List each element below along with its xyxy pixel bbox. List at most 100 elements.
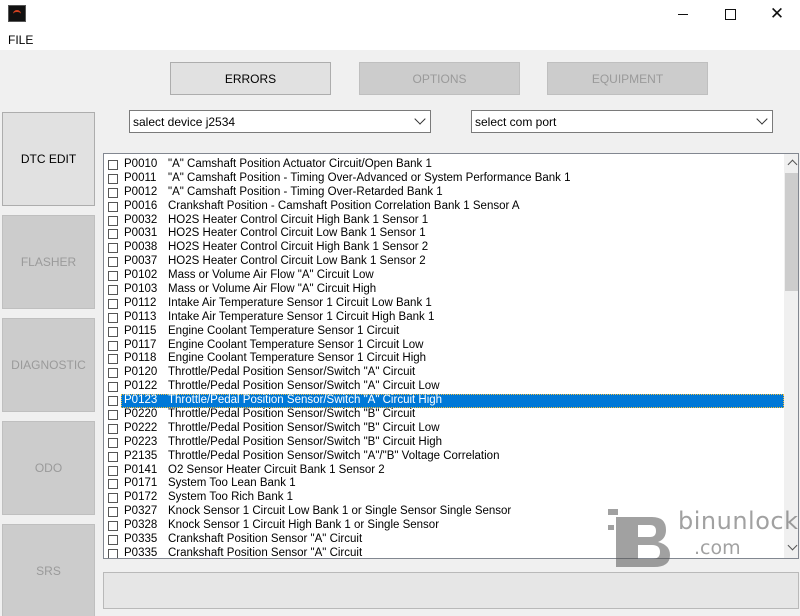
chevron-down-icon [756, 113, 768, 125]
dtc-checkbox[interactable] [108, 437, 118, 448]
com-port-select[interactable]: select com port [471, 110, 773, 133]
dtc-description: Engine Coolant Temperature Sensor 1 Circ… [168, 324, 400, 337]
list-item[interactable]: P0222 Throttle/Pedal Position Sensor/Swit… [104, 422, 784, 436]
list-item[interactable]: P0012 "A" Camshaft Position - Timing Over… [104, 186, 784, 200]
dtc-description: Throttle/Pedal Position Sensor/Switch "B… [168, 435, 443, 448]
dtc-description: Crankshaft Position - Camshaft Position … [168, 199, 520, 212]
dtc-checkbox[interactable] [108, 548, 118, 558]
dtc-code: P0117 [124, 338, 157, 351]
dtc-checkbox[interactable] [108, 451, 118, 462]
equipment-button[interactable]: EQUIPMENT [547, 62, 708, 95]
list-item[interactable]: P0112 Intake Air Temperature Sensor 1 Cir… [104, 297, 784, 311]
dtc-checkbox[interactable] [108, 160, 118, 170]
srs-button[interactable]: SRS [2, 524, 95, 616]
odo-button[interactable]: ODO [2, 421, 95, 515]
dtc-checkbox[interactable] [108, 465, 118, 476]
maximize-button[interactable] [707, 0, 753, 28]
dtc-code: P0038 [124, 241, 158, 254]
list-item[interactable]: P0123 Throttle/Pedal Position Sensor/Swit… [104, 394, 784, 409]
dtc-checkbox[interactable] [108, 340, 118, 351]
flasher-button[interactable]: FLASHER [2, 215, 95, 309]
dtc-checkbox[interactable] [108, 312, 118, 323]
dtc-code: P0122 [124, 380, 158, 393]
dtc-checkbox[interactable] [108, 257, 118, 268]
dtc-description: Throttle/Pedal Position Sensor/Switch "A… [168, 449, 500, 462]
dtc-checkbox[interactable] [108, 215, 118, 226]
list-item[interactable]: P0102 Mass or Volume Air Flow "A" Circuit… [104, 269, 784, 283]
dtc-checkbox[interactable] [108, 354, 118, 365]
minimize-button[interactable] [660, 0, 706, 28]
com-port-select-value: select com port [475, 115, 557, 129]
dtc-code: P0220 [124, 408, 158, 421]
dtc-checkbox[interactable] [108, 271, 118, 282]
dtc-description: HO2S Heater Control Circuit Low Bank 1 S… [168, 255, 426, 268]
list-item[interactable]: P0032 HO2S Heater Control Circuit High Ba… [104, 214, 784, 228]
dtc-code: P0222 [124, 421, 158, 434]
errors-button[interactable]: ERRORS [170, 62, 331, 95]
list-item[interactable]: P0118 Engine Coolant Temperature Sensor 1… [104, 352, 784, 366]
dtc-code: P0328 [124, 519, 158, 532]
dtc-checkbox[interactable] [108, 507, 118, 518]
dtc-code: P0037 [124, 255, 158, 268]
list-item[interactable]: P0038 HO2S Heater Control Circuit High Ba… [104, 241, 784, 255]
dtc-code: P2135 [124, 449, 158, 462]
dtc-checkbox[interactable] [108, 396, 118, 407]
dtc-edit-button[interactable]: DTC EDIT [2, 112, 95, 206]
list-item[interactable]: P0220 Throttle/Pedal Position Sensor/Swit… [104, 408, 784, 422]
dtc-code: P0102 [124, 269, 158, 282]
dtc-code: P0123 [124, 394, 158, 407]
dtc-checkbox[interactable] [108, 326, 118, 337]
list-item[interactable]: P0103 Mass or Volume Air Flow "A" Circuit… [104, 283, 784, 297]
menu-file[interactable]: FILE [8, 33, 33, 47]
dtc-checkbox[interactable] [108, 285, 118, 296]
list-item[interactable]: P0120 Throttle/Pedal Position Sensor/Swit… [104, 366, 784, 380]
list-item[interactable]: P0117 Engine Coolant Temperature Sensor 1… [104, 339, 784, 353]
dtc-description: HO2S Heater Control Circuit Low Bank 1 S… [168, 227, 426, 240]
list-item[interactable]: P0010 "A" Camshaft Position Actuator Circ… [104, 158, 784, 172]
list-item[interactable]: P0031 HO2S Heater Control Circuit Low Ban… [104, 227, 784, 241]
dtc-checkbox[interactable] [108, 410, 118, 421]
list-item[interactable]: P0011 "A" Camshaft Position - Timing Over… [104, 172, 784, 186]
list-item[interactable]: P0016 Crankshaft Position - Camshaft Posi… [104, 200, 784, 214]
dtc-checkbox[interactable] [108, 535, 118, 546]
list-item[interactable]: P2135 Throttle/Pedal Position Sensor/Swit… [104, 450, 784, 464]
dtc-checkbox[interactable] [108, 368, 118, 379]
options-button[interactable]: OPTIONS [359, 62, 520, 95]
dtc-checkbox[interactable] [108, 187, 118, 198]
dtc-description: Engine Coolant Temperature Sensor 1 Circ… [168, 338, 424, 351]
dtc-description: "A" Camshaft Position - Timing Over-Adva… [168, 171, 571, 184]
app-icon [8, 5, 26, 22]
menu-bar: FILE [0, 28, 800, 50]
dtc-code: P0335 [124, 546, 158, 559]
dtc-description: O2 Sensor Heater Circuit Bank 1 Sensor 2 [168, 463, 385, 476]
list-item[interactable]: P0141 O2 Sensor Heater Circuit Bank 1 Sen… [104, 464, 784, 478]
dtc-checkbox[interactable] [108, 229, 118, 240]
scroll-up-button[interactable] [784, 154, 798, 171]
title-bar: ✕ [0, 0, 800, 28]
scroll-thumb[interactable] [785, 173, 798, 291]
list-item[interactable]: P0122 Throttle/Pedal Position Sensor/Swit… [104, 380, 784, 394]
dtc-checkbox[interactable] [108, 201, 118, 212]
dtc-checkbox[interactable] [108, 479, 118, 490]
list-item[interactable]: P0037 HO2S Heater Control Circuit Low Ban… [104, 255, 784, 269]
dtc-checkbox[interactable] [108, 493, 118, 504]
list-item[interactable]: P0113 Intake Air Temperature Sensor 1 Cir… [104, 311, 784, 325]
list-item[interactable]: P0115 Engine Coolant Temperature Sensor 1… [104, 325, 784, 339]
list-item[interactable]: P0171 System Too Lean Bank 1 [104, 477, 784, 491]
dtc-code: P0011 [124, 171, 157, 184]
dtc-code: P0103 [124, 283, 158, 296]
dtc-checkbox[interactable] [108, 173, 118, 184]
dtc-checkbox[interactable] [108, 243, 118, 254]
dtc-checkbox[interactable] [108, 382, 118, 393]
watermark-domain: .com [694, 537, 741, 559]
dtc-checkbox[interactable] [108, 423, 118, 434]
dtc-code: P0032 [124, 213, 158, 226]
close-button[interactable]: ✕ [754, 0, 800, 28]
dtc-checkbox[interactable] [108, 298, 118, 309]
device-select[interactable]: salect device j2534 [129, 110, 431, 133]
diagnostic-button[interactable]: DIAGNOSTIC [2, 318, 95, 412]
list-item[interactable]: P0223 Throttle/Pedal Position Sensor/Swit… [104, 436, 784, 450]
dtc-description: Knock Sensor 1 Circuit High Bank 1 or Si… [168, 519, 440, 532]
dtc-description: Mass or Volume Air Flow "A" Circuit High [168, 283, 377, 296]
dtc-checkbox[interactable] [108, 521, 118, 532]
